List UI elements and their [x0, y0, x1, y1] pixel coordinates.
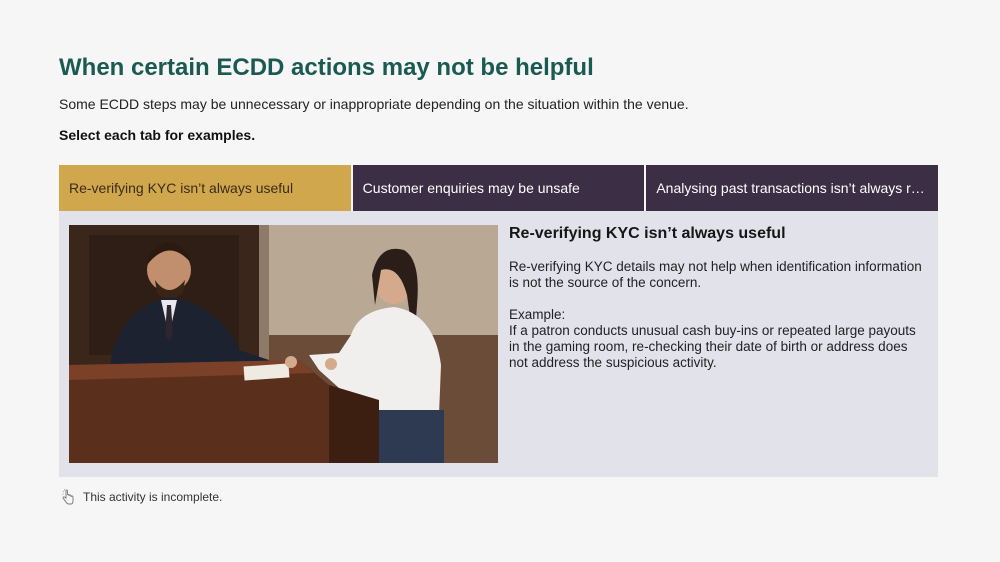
tab-reverifying-kyc[interactable]: Re-verifying KYC isn’t always useful — [59, 165, 351, 211]
intro-text: Some ECDD steps may be unnecessary or in… — [59, 96, 689, 112]
page-title: When certain ECDD actions may not be hel… — [59, 54, 594, 81]
instruction-text: Select each tab for examples. — [59, 127, 256, 143]
status-text: This activity is incomplete. — [83, 490, 223, 504]
tab-customer-enquiries[interactable]: Customer enquiries may be unsafe — [352, 165, 645, 211]
tab-bar: Re-verifying KYC isn’t always useful Cus… — [59, 165, 939, 211]
example-label: Example: — [509, 307, 566, 322]
reception-desk-photo — [69, 225, 498, 463]
tab-panel: Re-verifying KYC isn’t always useful Re-… — [59, 211, 938, 477]
tab-label: Re-verifying KYC isn’t always useful — [69, 180, 294, 196]
tab-label: Customer enquiries may be unsafe — [362, 180, 580, 196]
example-text: If a patron conducts unusual cash buy-in… — [509, 323, 916, 370]
pointer-hand-icon — [59, 488, 77, 506]
tab-label: Analysing past transactions isn’t always… — [656, 180, 929, 196]
activity-status: This activity is incomplete. — [59, 488, 222, 506]
panel-title: Re-verifying KYC isn’t always useful — [509, 225, 786, 242]
panel-content: Re-verifying KYC isn’t always useful Re-… — [509, 225, 929, 371]
panel-paragraph: Re-verifying KYC details may not help wh… — [509, 259, 922, 290]
tab-analysing-transactions[interactable]: Analysing past transactions isn’t always… — [646, 165, 939, 211]
